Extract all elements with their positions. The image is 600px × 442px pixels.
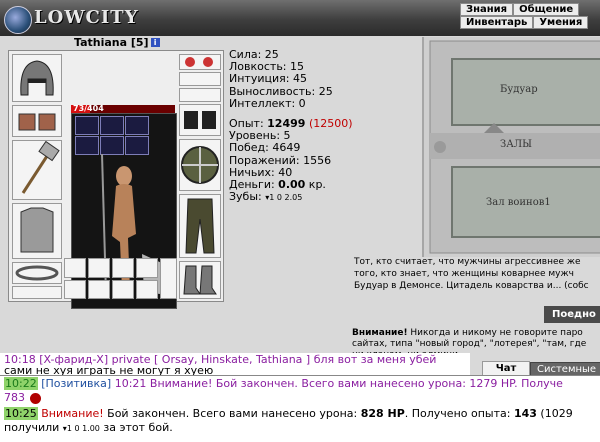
chat-line: 783	[4, 391, 25, 404]
chat-text: за этот бой.	[99, 421, 173, 434]
bracers-slot[interactable]	[12, 105, 62, 137]
map-label-halls: ЗАЛЫ	[500, 139, 532, 150]
shield-icon	[181, 146, 219, 184]
warning-bold: Внимание!	[352, 328, 408, 338]
character-panel: 73/404	[8, 50, 224, 309]
chat-line: 10:22 [Позитивка] 10:21 Внимание! Бой за…	[4, 377, 563, 391]
ring-slot-1[interactable]	[179, 54, 221, 70]
small-slot-4[interactable]	[136, 258, 158, 278]
small-slot-1[interactable]	[64, 258, 86, 278]
ring-icon	[185, 57, 213, 67]
chat-timestamp[interactable]: 10:25	[4, 407, 38, 420]
pants-slot[interactable]	[179, 194, 221, 258]
chat-text: (1029	[536, 407, 573, 420]
exp-next: (12500)	[308, 117, 353, 131]
stat-endurance: Выносливость: 25	[229, 84, 333, 98]
hp-text: 73/404	[73, 104, 104, 113]
belt-icon	[15, 265, 59, 281]
nav-communication[interactable]: Общение	[513, 3, 580, 16]
chat-channel[interactable]: [Позитивка]	[41, 377, 111, 390]
chat-text: . Получено опыта:	[404, 407, 514, 420]
chat-damage: 828 HP	[360, 407, 405, 420]
location-map[interactable]: Будуар ЗАЛЫ Зал воинов1	[422, 37, 600, 257]
boots-slot[interactable]	[179, 261, 221, 299]
chat-line: получили ▾1 0 1.00 за этот бой.	[4, 421, 173, 436]
ring-slot-2[interactable]	[179, 88, 221, 102]
bracers-icon	[18, 113, 56, 131]
chat-timestamp[interactable]: 10:22	[4, 377, 38, 390]
chat-text: получили	[4, 421, 63, 434]
stat-intellect: Интеллект: 0	[229, 96, 306, 110]
gloves-icon	[184, 111, 216, 129]
top-nav-row-2: Инвентарь Умения	[460, 16, 589, 29]
small-slot-2[interactable]	[88, 258, 110, 278]
stat-intuition: Интуиция: 45	[229, 72, 307, 86]
small-slot-3[interactable]	[112, 258, 134, 278]
chat-text: Внимание! Бой закончен. Всего вами нанес…	[149, 377, 563, 390]
small-slot-9[interactable]	[160, 258, 177, 299]
shield-slot[interactable]	[179, 139, 221, 191]
chat-warning: Внимание!	[41, 407, 104, 420]
chat-log[interactable]: 10:22 [Позитивка] 10:21 Внимание! Бой за…	[0, 375, 600, 442]
tab-chat[interactable]: Чат	[482, 361, 530, 376]
amulet-slot[interactable]	[179, 72, 221, 86]
chat-teeth-values: 1 0 1.00	[66, 424, 100, 433]
logo-emblem-icon	[4, 6, 32, 34]
character-name: Tathiana [5] i	[74, 36, 160, 49]
quote-text: Тот, кто считает, что мужчины агрессивне…	[354, 257, 589, 291]
nav-skills[interactable]: Умения	[533, 16, 589, 29]
chat-top-area: 10:18 [X-фарид-X] private [ Orsay, Hinsk…	[0, 353, 470, 377]
armor-icon	[20, 207, 54, 253]
helmet-slot[interactable]	[12, 54, 62, 102]
small-slot-6[interactable]	[88, 280, 110, 299]
small-slot-5[interactable]	[64, 280, 86, 299]
helmet-icon	[20, 60, 54, 96]
chat-line: 10:25 Внимание! Бой закончен. Всего вами…	[4, 407, 573, 421]
teeth-values: 1 0 2.05	[269, 193, 303, 203]
money-value: 0.00	[278, 178, 306, 192]
chat-text: Бой закончен. Всего вами нанесено урона:	[103, 407, 361, 420]
armor-slot[interactable]	[12, 203, 62, 259]
small-slot-8[interactable]	[136, 280, 158, 299]
empty-slot-bottom-left[interactable]	[12, 286, 62, 299]
boots-icon	[183, 265, 217, 295]
skull-icon	[30, 393, 41, 404]
stat-wins: Побед: 4649	[229, 141, 301, 155]
gloves-slot[interactable]	[179, 104, 221, 136]
teeth-label: Зубы:	[229, 190, 266, 204]
money-unit: кр.	[305, 178, 326, 192]
map-label-warriors-hall[interactable]: Зал воинов1	[486, 197, 551, 208]
exp-label: Опыт:	[229, 117, 268, 131]
stats-panel: Сила: 25 Ловкость: 15 Интуиция: 45 Вынос…	[229, 48, 353, 204]
chat-exp: 143	[513, 407, 537, 420]
info-icon[interactable]: i	[150, 38, 160, 47]
nav-knowledge[interactable]: Знания	[460, 3, 514, 16]
stat-losses: Поражений: 1556	[229, 153, 332, 167]
small-slot-7[interactable]	[112, 280, 134, 299]
money-label: Деньги:	[229, 178, 279, 192]
pants-icon	[185, 198, 215, 254]
belt-slot[interactable]	[12, 262, 62, 284]
top-nav-row-1: Знания Общение	[460, 3, 580, 16]
duel-button[interactable]: Поедно	[544, 306, 600, 323]
nav-inventory[interactable]: Инвентарь	[460, 16, 534, 29]
weapon-slot[interactable]	[12, 140, 62, 200]
hammer-icon	[21, 140, 60, 194]
logo: LOWCITY	[34, 7, 139, 28]
exp-value: 12499	[267, 117, 306, 131]
map-label-boudoir[interactable]: Будуар	[500, 84, 538, 95]
character-name-text[interactable]: Tathiana [5]	[74, 36, 149, 49]
chat-inner-time: 10:21	[111, 377, 150, 390]
stat-teeth: Зубы: ▾1 0 2.05	[229, 191, 353, 204]
